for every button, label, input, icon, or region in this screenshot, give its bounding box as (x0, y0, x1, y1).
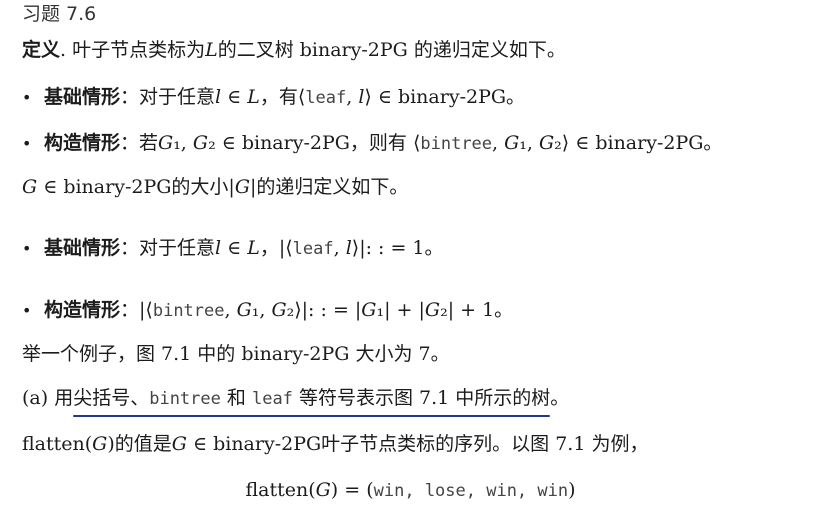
question-a-suffix: 。 (550, 387, 570, 409)
question-a-part-2: 和 (220, 387, 252, 409)
bullet-icon: • (22, 239, 32, 258)
construct-case-1-label: 构造情形 (44, 132, 121, 154)
exercise-page: 习题 7.6 定义. 叶子节点类标为𝐿的二叉树 binary-2PG 的递归定义… (0, 0, 821, 522)
bullet-icon: • (22, 88, 32, 107)
definition-line: 定义. 叶子节点类标为𝐿的二叉树 binary-2PG 的递归定义如下。 (22, 38, 566, 62)
construct-case-2-code: bintree (152, 301, 225, 321)
example-line: 举一个例子，图 7.1 中的 binary-2PG 大小为 7。 (22, 343, 450, 365)
flatten-lhs: flatten(𝐺) = ( (245, 479, 374, 501)
base-case-2-text-after: , 𝑙⟩|: : = 1。 (333, 237, 444, 259)
flatten-formula: flatten(𝐺) = (win, lose, win, win) (0, 478, 821, 503)
question-a-prefix: (a) 用 (22, 387, 74, 409)
construct-case-2: • 构造情形：|⟨bintree, 𝐺₁, 𝐺₂⟩|: : = |𝐺₁| + |𝐺… (22, 298, 513, 323)
question-a-underlined: 尖括号、bintree 和 leaf 等符号表示图 7.1 中所示的树 (73, 386, 551, 417)
construct-case-1-code: bintree (420, 134, 493, 154)
base-case-1-text-after: , 𝑙⟩ ∈ binary-2PG。 (346, 86, 526, 108)
question-a-part-3: 等符号表示图 7.1 中所示的树 (292, 387, 551, 409)
flatten-values: win, lose, win, win (373, 481, 569, 501)
size-intro: 𝐺 ∈ binary-2PG的大小|𝐺|的递归定义如下。 (22, 176, 409, 198)
question-a-code-2: leaf (251, 389, 293, 409)
exercise-title: 习题 7.6 (22, 3, 97, 25)
flatten-rhs: ) (568, 479, 576, 501)
construct-case-2-text-after: , 𝐺₁, 𝐺₂⟩|: : = |𝐺₁| + |𝐺₂| + 1。 (224, 299, 514, 321)
bullet-icon: • (22, 301, 32, 320)
question-a-part-1: 尖括号、 (73, 387, 150, 409)
construct-case-1-text-before: ：若𝐺₁, 𝐺₂ ∈ binary-2PG，则有 ⟨ (120, 132, 421, 154)
base-case-2-label: 基础情形 (44, 237, 121, 259)
construct-case-2-text-before: ：|⟨ (120, 299, 153, 321)
flatten-intro: flatten(𝐺)的值是𝐺 ∈ binary-2PG叶子节点类标的序列。以图 … (22, 433, 649, 455)
definition-text: . 叶子节点类标为𝐿的二叉树 binary-2PG 的递归定义如下。 (60, 39, 566, 61)
construct-case-2-label: 构造情形 (44, 299, 121, 321)
base-case-2: • 基础情形：对于任意𝑙 ∈ 𝐿，|⟨leaf, 𝑙⟩|: : = 1。 (22, 236, 444, 261)
question-a-code-1: bintree (149, 389, 221, 409)
base-case-1: • 基础情形：对于任意𝑙 ∈ 𝐿，有⟨leaf, 𝑙⟩ ∈ binary-2PG。 (22, 85, 525, 110)
hand-drawn-underline (73, 415, 551, 417)
base-case-2-text-before: ：对于任意𝑙 ∈ 𝐿，|⟨ (120, 237, 293, 259)
bullet-icon: • (22, 134, 32, 153)
base-case-1-code: leaf (305, 88, 347, 108)
base-case-1-text-before: ：对于任意𝑙 ∈ 𝐿，有⟨ (120, 86, 306, 108)
construct-case-1-text-after: , 𝐺₁, 𝐺₂⟩ ∈ binary-2PG。 (492, 132, 723, 154)
base-case-1-label: 基础情形 (44, 86, 121, 108)
construct-case-1: • 构造情形：若𝐺₁, 𝐺₂ ∈ binary-2PG，则有 ⟨bintree, … (22, 131, 722, 156)
base-case-2-code: leaf (292, 239, 334, 259)
question-a: (a) 用尖括号、bintree 和 leaf 等符号表示图 7.1 中所示的树… (22, 386, 570, 417)
definition-label: 定义 (22, 39, 61, 61)
